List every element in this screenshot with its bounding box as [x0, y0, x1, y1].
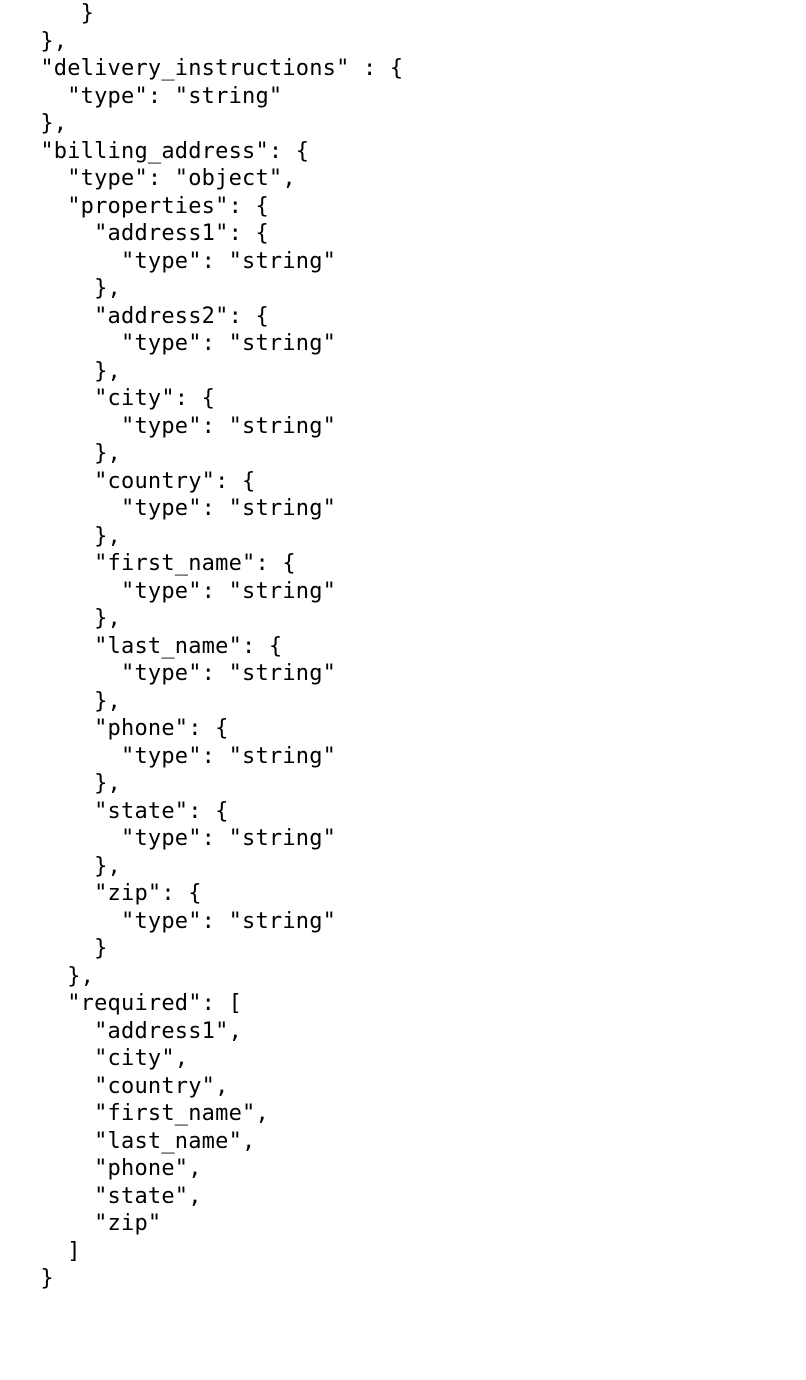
json-schema-code-block: } }, "delivery_instructions" : { "type":… — [0, 0, 806, 1293]
code-content: } }, "delivery_instructions" : { "type":… — [0, 1, 403, 1291]
